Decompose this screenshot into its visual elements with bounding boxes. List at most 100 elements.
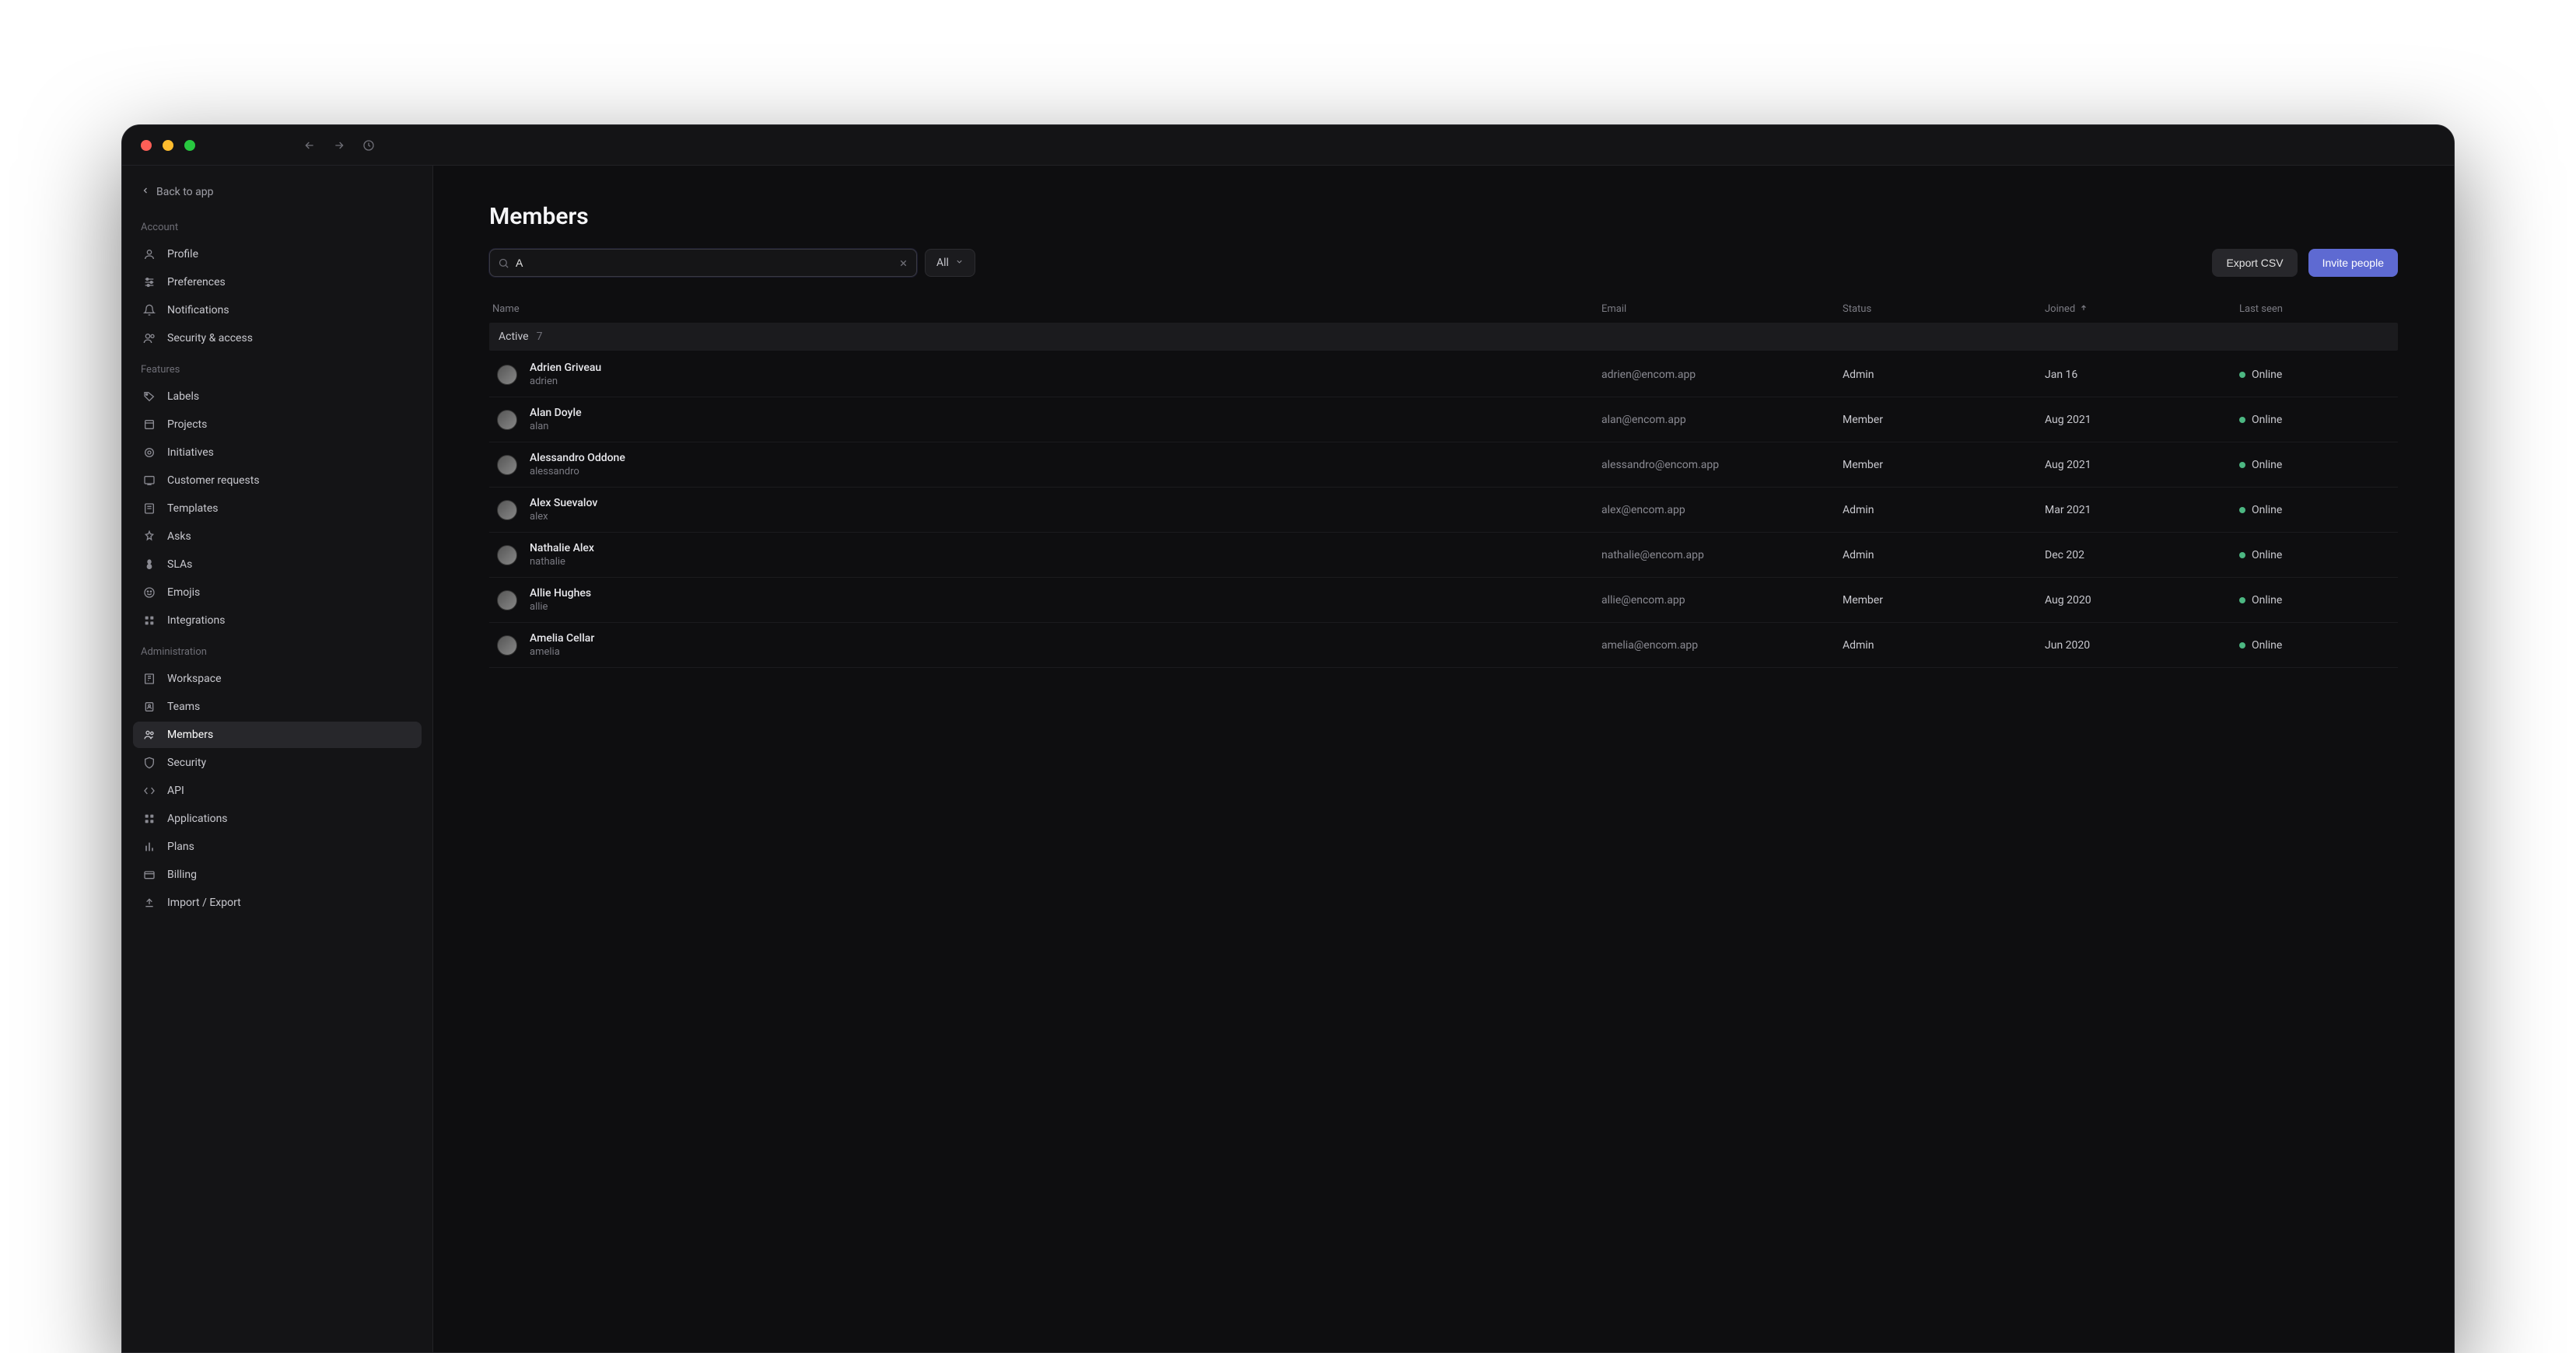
member-name: Amelia Cellar bbox=[530, 632, 594, 645]
avatar bbox=[497, 635, 517, 656]
window-minimize-icon[interactable] bbox=[163, 140, 173, 151]
toolbar: All Export CSV Invite people bbox=[489, 249, 2398, 277]
cell-joined: Jun 2020 bbox=[2045, 639, 2239, 652]
sidebar-item-label: Workspace bbox=[167, 673, 222, 685]
sidebar-item-plans[interactable]: Plans bbox=[133, 834, 422, 860]
sidebar-item-label: Integrations bbox=[167, 614, 225, 627]
sidebar-item-label: Import / Export bbox=[167, 897, 241, 909]
sidebar-item-initiatives[interactable]: Initiatives bbox=[133, 439, 422, 466]
cell-email: alan@encom.app bbox=[1601, 414, 1843, 426]
sidebar-item-integrations[interactable]: Integrations bbox=[133, 607, 422, 634]
cell-email: nathalie@encom.app bbox=[1601, 549, 1843, 561]
th-joined[interactable]: Joined bbox=[2045, 303, 2239, 315]
online-status-icon bbox=[2239, 597, 2245, 603]
member-name: Alex Suevalov bbox=[530, 497, 597, 509]
templates-icon bbox=[142, 502, 156, 516]
cell-email: allie@encom.app bbox=[1601, 594, 1843, 607]
cell-name: Nathalie Alexnathalie bbox=[492, 542, 1601, 568]
filter-dropdown[interactable]: All bbox=[925, 249, 975, 277]
table-row[interactable]: Amelia Cellarameliaamelia@encom.appAdmin… bbox=[489, 623, 2398, 668]
cell-joined: Aug 2021 bbox=[2045, 414, 2239, 426]
th-status[interactable]: Status bbox=[1843, 303, 2045, 315]
sidebar-item-members[interactable]: Members bbox=[133, 722, 422, 748]
sidebar-item-label: Labels bbox=[167, 390, 199, 403]
api-icon bbox=[142, 784, 156, 798]
sidebar-item-billing[interactable]: Billing bbox=[133, 862, 422, 888]
sidebar-item-security[interactable]: Security bbox=[133, 750, 422, 776]
search-icon bbox=[498, 257, 509, 269]
sidebar-item-label: Notifications bbox=[167, 304, 229, 316]
member-name: Alessandro Oddone bbox=[530, 452, 625, 464]
sidebar-item-import-export[interactable]: Import / Export bbox=[133, 890, 422, 916]
sidebar-item-profile[interactable]: Profile bbox=[133, 241, 422, 267]
invite-people-button[interactable]: Invite people bbox=[2308, 249, 2398, 277]
avatar bbox=[497, 365, 517, 385]
app-window: Back to app AccountProfilePreferencesNot… bbox=[121, 124, 2455, 1353]
table-row[interactable]: Nathalie Alexnathalienathalie@encom.appA… bbox=[489, 533, 2398, 578]
sidebar: Back to app AccountProfilePreferencesNot… bbox=[122, 166, 433, 1352]
cell-last-seen: Online bbox=[2239, 459, 2395, 471]
members-table: Name Email Status Joined Last seen Activ… bbox=[489, 295, 2398, 668]
search-input[interactable] bbox=[516, 257, 892, 269]
sidebar-item-templates[interactable]: Templates bbox=[133, 495, 422, 522]
member-name: Allie Hughes bbox=[530, 587, 591, 600]
notifications-icon bbox=[142, 303, 156, 317]
cell-status: Admin bbox=[1843, 369, 2045, 381]
table-row[interactable]: Adrien Griveauadrienadrien@encom.appAdmi… bbox=[489, 352, 2398, 397]
table-row[interactable]: Alan Doylealanalan@encom.appMemberAug 20… bbox=[489, 397, 2398, 442]
security-icon bbox=[142, 756, 156, 770]
avatar bbox=[497, 545, 517, 565]
back-to-app-link[interactable]: Back to app bbox=[133, 181, 422, 203]
group-count: 7 bbox=[537, 330, 543, 343]
last-seen-label: Online bbox=[2252, 369, 2282, 381]
sidebar-item-slas[interactable]: SLAs bbox=[133, 551, 422, 578]
nav-back-icon[interactable] bbox=[301, 137, 318, 154]
clear-search-icon[interactable] bbox=[898, 258, 908, 268]
integrations-icon bbox=[142, 614, 156, 628]
table-row[interactable]: Allie Hughesallieallie@encom.appMemberAu… bbox=[489, 578, 2398, 623]
sidebar-item-labels[interactable]: Labels bbox=[133, 383, 422, 410]
th-email[interactable]: Email bbox=[1601, 303, 1843, 315]
table-row[interactable]: Alessandro Oddonealessandroalessandro@en… bbox=[489, 442, 2398, 488]
history-icon[interactable] bbox=[360, 137, 377, 154]
back-to-app-label: Back to app bbox=[156, 186, 213, 198]
window-zoom-icon[interactable] bbox=[184, 140, 195, 151]
member-name: Adrien Griveau bbox=[530, 362, 601, 374]
sort-ascending-icon bbox=[2080, 303, 2088, 315]
name-column: Amelia Cellaramelia bbox=[530, 632, 594, 658]
th-name[interactable]: Name bbox=[492, 303, 1601, 315]
sidebar-item-label: Projects bbox=[167, 418, 207, 431]
sidebar-item-projects[interactable]: Projects bbox=[133, 411, 422, 438]
main-content: Members All bbox=[433, 166, 2454, 1352]
window-close-icon[interactable] bbox=[141, 140, 152, 151]
sidebar-item-security-access[interactable]: Security & access bbox=[133, 325, 422, 351]
sidebar-item-asks[interactable]: Asks bbox=[133, 523, 422, 550]
sidebar-item-preferences[interactable]: Preferences bbox=[133, 269, 422, 295]
preferences-icon bbox=[142, 275, 156, 289]
nav-forward-icon[interactable] bbox=[331, 137, 348, 154]
projects-icon bbox=[142, 418, 156, 432]
sidebar-item-applications[interactable]: Applications bbox=[133, 806, 422, 832]
member-username: nathalie bbox=[530, 556, 594, 568]
search-input-wrap[interactable] bbox=[489, 249, 917, 277]
cell-joined: Aug 2021 bbox=[2045, 459, 2239, 471]
name-column: Alessandro Oddonealessandro bbox=[530, 452, 625, 477]
export-csv-button[interactable]: Export CSV bbox=[2212, 249, 2297, 277]
sidebar-item-customer-requests[interactable]: Customer requests bbox=[133, 467, 422, 494]
table-row[interactable]: Alex Suevalovalexalex@encom.appAdminMar … bbox=[489, 488, 2398, 533]
sidebar-item-emojis[interactable]: Emojis bbox=[133, 579, 422, 606]
labels-icon bbox=[142, 390, 156, 404]
cell-joined: Mar 2021 bbox=[2045, 504, 2239, 516]
last-seen-label: Online bbox=[2252, 414, 2282, 426]
sidebar-item-notifications[interactable]: Notifications bbox=[133, 297, 422, 323]
table-header: Name Email Status Joined Last seen bbox=[489, 295, 2398, 323]
sidebar-item-label: Billing bbox=[167, 869, 197, 881]
cell-last-seen: Online bbox=[2239, 369, 2395, 381]
sidebar-item-teams[interactable]: Teams bbox=[133, 694, 422, 720]
group-row-active[interactable]: Active 7 bbox=[489, 323, 2398, 351]
sidebar-item-workspace[interactable]: Workspace bbox=[133, 666, 422, 692]
th-last-seen[interactable]: Last seen bbox=[2239, 303, 2395, 315]
sidebar-item-api[interactable]: API bbox=[133, 778, 422, 804]
toolbar-right: Export CSV Invite people bbox=[2212, 249, 2398, 277]
name-column: Nathalie Alexnathalie bbox=[530, 542, 594, 568]
